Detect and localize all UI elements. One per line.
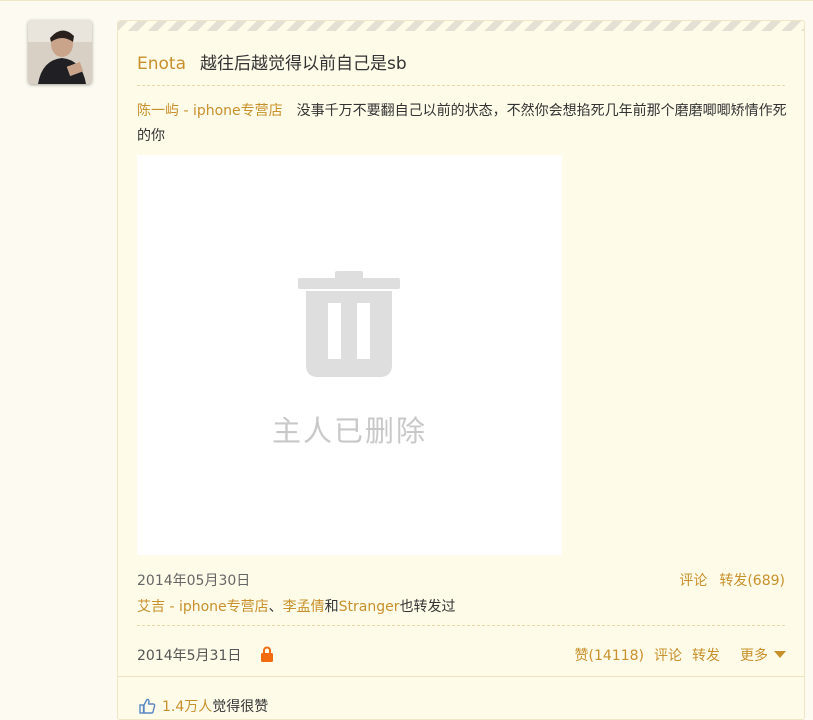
dashed-divider: [137, 85, 785, 86]
more-label: 更多: [740, 648, 768, 664]
thumbs-up-icon[interactable]: [139, 698, 156, 714]
like-button[interactable]: 赞(14118): [575, 648, 644, 664]
original-date[interactable]: 2014年05月30日: [137, 570, 250, 590]
post-date[interactable]: 2014年5月31日: [137, 645, 241, 665]
original-actions: 评论 转发(689): [667, 570, 785, 590]
original-repost-link[interactable]: 转发(689): [719, 573, 785, 589]
forwarder-link[interactable]: 李孟倩: [283, 599, 325, 615]
chevron-down-icon: [774, 651, 786, 658]
original-post-text: 陈一屿 - iphone专营店 没事千万不要翻自己以前的状态，不然你会想掐死几年前…: [137, 99, 792, 149]
feed-text: 越往后越觉得以前自己是sb: [200, 54, 407, 74]
likes-count-link[interactable]: 1.4万人: [162, 699, 212, 715]
avatar-photo: [28, 20, 92, 84]
repost-button[interactable]: 转发: [692, 648, 720, 664]
forwarder-separator: 和: [324, 599, 339, 615]
forwarders-line: 艾吉 - iphone专营店、李孟倩和Stranger也转发过: [137, 596, 456, 616]
original-author-link[interactable]: 陈一屿 - iphone专营店: [137, 103, 283, 119]
section-divider: [118, 676, 804, 677]
feed-header: Enota 越往后越觉得以前自己是sb: [137, 49, 407, 74]
feed-author-link[interactable]: Enota: [137, 54, 186, 74]
comment-button[interactable]: 评论: [654, 648, 682, 664]
card-top-stripes: [118, 21, 804, 31]
forwarder-link[interactable]: Stranger: [339, 599, 400, 615]
forwarder-separator: 、: [268, 599, 283, 615]
forwarder-link[interactable]: 艾吉 - iphone专营店: [137, 599, 269, 615]
dashed-divider: [137, 625, 785, 626]
likes-row: 1.4万人觉得很赞: [139, 696, 268, 716]
trash-icon: [298, 271, 400, 377]
likes-suffix: 觉得很赞: [212, 699, 269, 715]
original-comment-link[interactable]: 评论: [679, 573, 707, 589]
top-divider: [0, 0, 813, 1]
feed-card: Enota 越往后越觉得以前自己是sb 陈一屿 - iphone专营店 没事千万不要…: [117, 20, 805, 720]
deleted-image-placeholder[interactable]: 主人已删除: [137, 155, 562, 555]
forwarders-suffix: 也转发过: [399, 599, 456, 615]
lock-icon: [261, 646, 273, 662]
avatar[interactable]: [28, 20, 92, 84]
deleted-notice: 主人已删除: [271, 414, 427, 448]
post-actions: 赞(14118) 评论 转发 更多: [565, 645, 786, 665]
more-button[interactable]: 更多: [730, 648, 786, 664]
